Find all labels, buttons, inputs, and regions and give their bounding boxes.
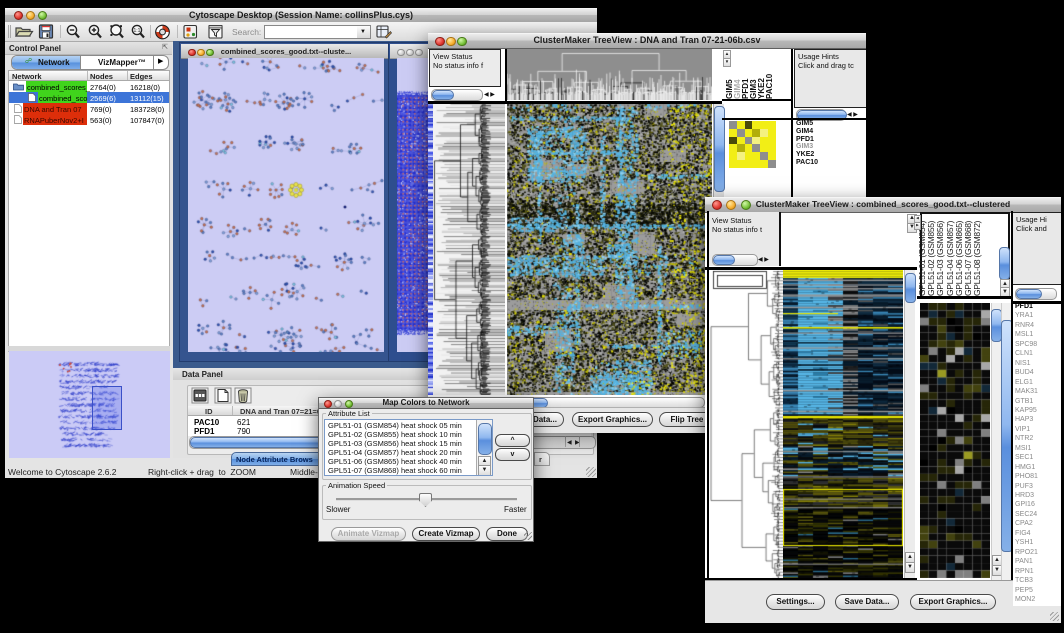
svg-text:1:1: 1:1	[134, 28, 141, 34]
